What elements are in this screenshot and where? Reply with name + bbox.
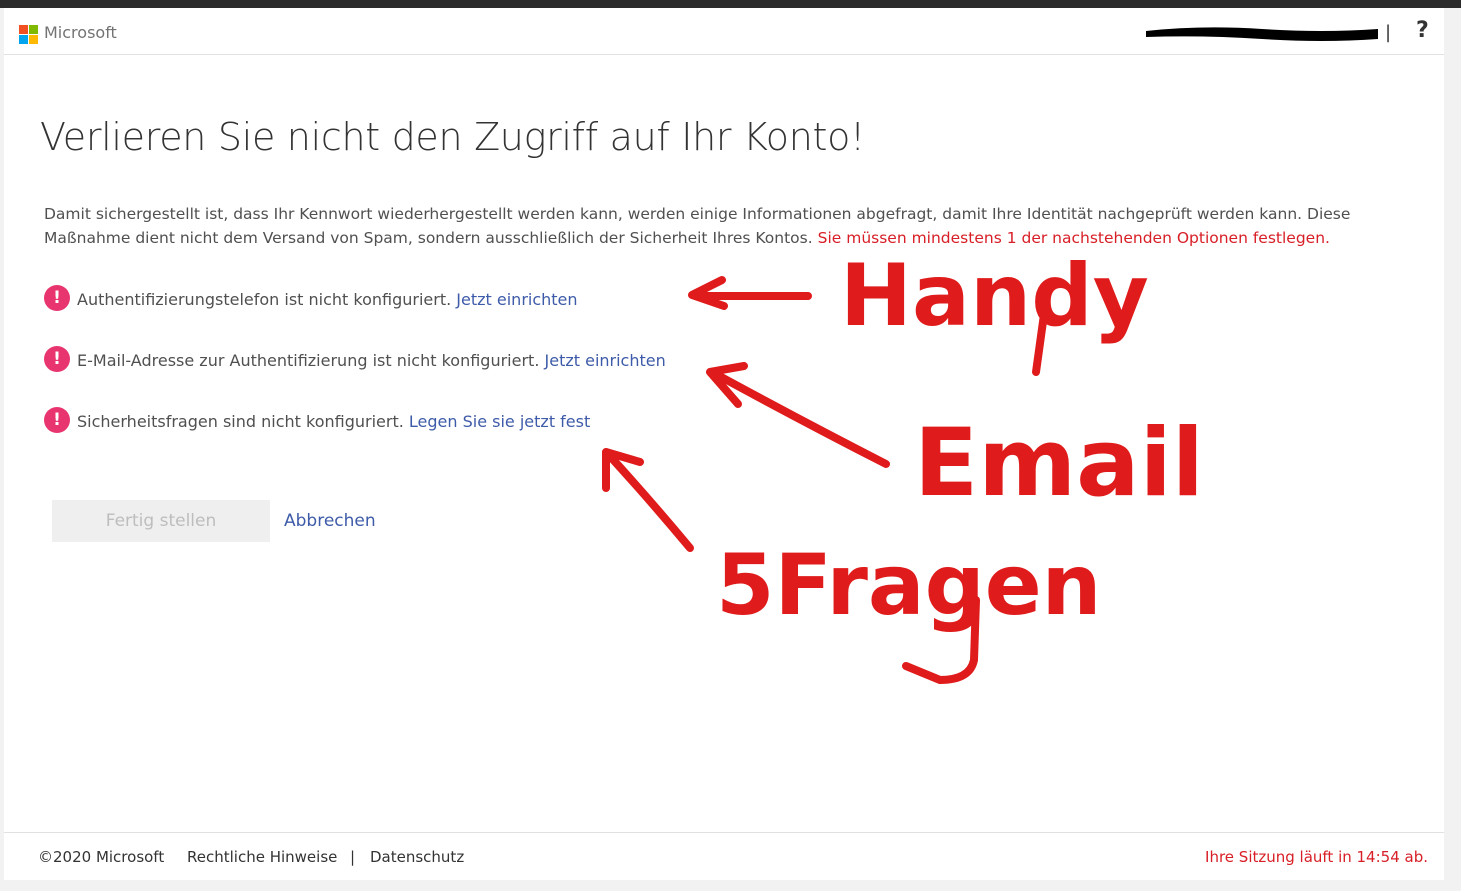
cancel-link[interactable]: Abbrechen	[284, 511, 376, 531]
header: Microsoft | ?	[4, 8, 1444, 55]
requirement-text: Sicherheitsfragen sind nicht konfigurier…	[77, 412, 404, 431]
setup-questions-link[interactable]: Legen Sie sie jetzt fest	[409, 412, 590, 431]
microsoft-logo-icon	[19, 25, 39, 45]
footer-separator: |	[350, 848, 356, 866]
alert-icon: !	[44, 407, 70, 433]
setup-email-link[interactable]: Jetzt einrichten	[545, 351, 666, 370]
requirement-text: E-Mail-Adresse zur Authentifizierung ist…	[77, 351, 540, 370]
copyright: ©2020 Microsoft	[38, 848, 165, 866]
alert-icon: !	[44, 346, 70, 372]
redacted-username	[1146, 27, 1378, 41]
requirement-text: Authentifizierungstelefon ist nicht konf…	[77, 290, 452, 309]
header-separator: |	[1385, 22, 1392, 43]
help-button[interactable]: ?	[1416, 18, 1429, 43]
finish-button[interactable]: Fertig stellen	[52, 500, 270, 542]
intro-warning: Sie müssen mindestens 1 der nachstehende…	[817, 229, 1330, 247]
footer: ©2020 Microsoft Rechtliche Hinweise | Da…	[4, 832, 1444, 881]
intro-text: Damit sichergestellt ist, dass Ihr Kennw…	[44, 202, 1424, 250]
window-top-bar	[0, 0, 1461, 8]
session-timeout-notice: Ihre Sitzung läuft in 14:54 ab.	[1205, 848, 1428, 866]
alert-icon: !	[44, 285, 70, 311]
setup-phone-link[interactable]: Jetzt einrichten	[456, 290, 577, 309]
brand-name: Microsoft	[44, 23, 117, 42]
legal-link[interactable]: Rechtliche Hinweise	[187, 848, 337, 866]
page-frame: Microsoft | ? Verlieren Sie nicht den Zu…	[4, 8, 1444, 880]
privacy-link[interactable]: Datenschutz	[370, 848, 464, 866]
page-title: Verlieren Sie nicht den Zugriff auf Ihr …	[40, 115, 865, 159]
